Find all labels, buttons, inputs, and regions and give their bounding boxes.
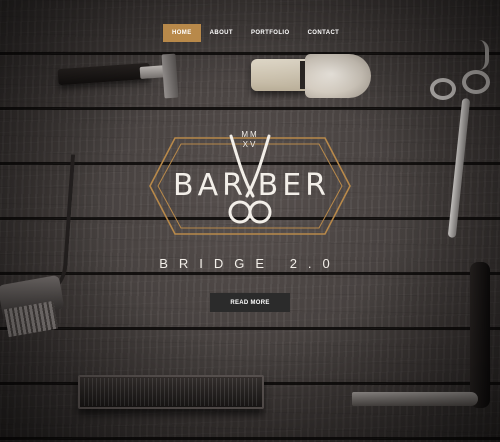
nav-item-contact[interactable]: CONTACT [299, 24, 349, 42]
nav-item-about[interactable]: ABOUT [201, 24, 242, 42]
barber-logo: MM XV BAR BER [145, 126, 355, 246]
hero-tagline: BRIDGE 2.0 [159, 256, 341, 271]
nav-item-portfolio[interactable]: PORTFOLIO [242, 24, 299, 42]
logo-word-left: BAR [173, 168, 247, 203]
logo-word-right: BER [257, 168, 330, 203]
read-more-button[interactable]: READ MORE [210, 293, 290, 312]
main-navigation: HOME ABOUT PORTFOLIO CONTACT [163, 24, 348, 42]
logo-year-bottom: XV [242, 140, 258, 149]
hero-section: HOME ABOUT PORTFOLIO CONTACT MM XV BAR B… [0, 0, 500, 442]
nav-item-home[interactable]: HOME [163, 24, 201, 42]
logo-year-top: MM [241, 130, 259, 139]
